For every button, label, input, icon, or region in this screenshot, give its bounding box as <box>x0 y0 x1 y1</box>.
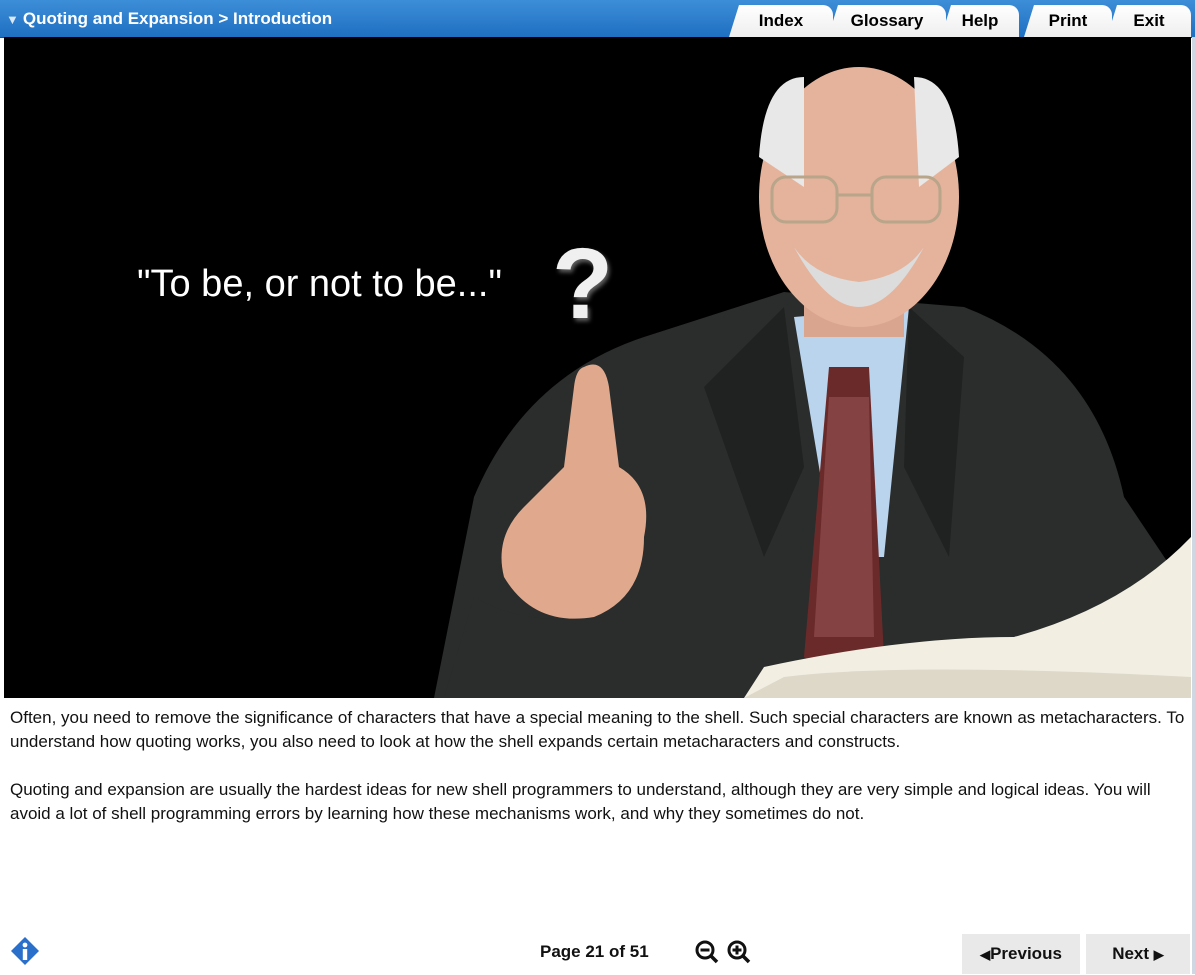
professor-photo <box>434 67 1191 698</box>
tab-exit[interactable]: Exit <box>1107 5 1191 37</box>
tab-help[interactable]: Help <box>941 5 1019 37</box>
previous-arrow-icon: ◀ <box>980 947 991 962</box>
collapse-triangle-icon[interactable]: ▼ <box>6 12 19 27</box>
lesson-illustration: "To be, or not to be..." ? <box>4 37 1191 698</box>
breadcrumb-text: Quoting and Expansion > Introduction <box>22 9 333 28</box>
header-bar: ▼ Quoting and Expansion > Introduction I… <box>0 0 1195 38</box>
previous-button[interactable]: ◀Previous <box>962 934 1080 974</box>
tab-glossary[interactable]: Glossary <box>828 5 946 37</box>
info-icon[interactable] <box>10 936 40 966</box>
paragraph-1: Often, you need to remove the significan… <box>10 708 1185 751</box>
quote-text: "To be, or not to be..." <box>137 263 502 305</box>
breadcrumb: ▼ Quoting and Expansion > Introduction <box>6 9 332 29</box>
previous-label: Previous <box>990 944 1062 963</box>
next-arrow-icon: ▶ <box>1153 947 1164 962</box>
page-indicator: Page 21 of 51 <box>540 942 649 961</box>
zoom-out-icon[interactable] <box>694 939 720 965</box>
lesson-text: Often, you need to remove the significan… <box>10 706 1185 850</box>
zoom-in-icon[interactable] <box>726 939 752 965</box>
tab-index[interactable]: Index <box>729 5 833 37</box>
question-mark-graphic: ? <box>552 228 614 340</box>
paragraph-2: Quoting and expansion are usually the ha… <box>10 780 1151 823</box>
next-button[interactable]: Next ▶ <box>1086 934 1190 974</box>
tab-print[interactable]: Print <box>1024 5 1112 37</box>
next-label: Next <box>1112 944 1150 963</box>
